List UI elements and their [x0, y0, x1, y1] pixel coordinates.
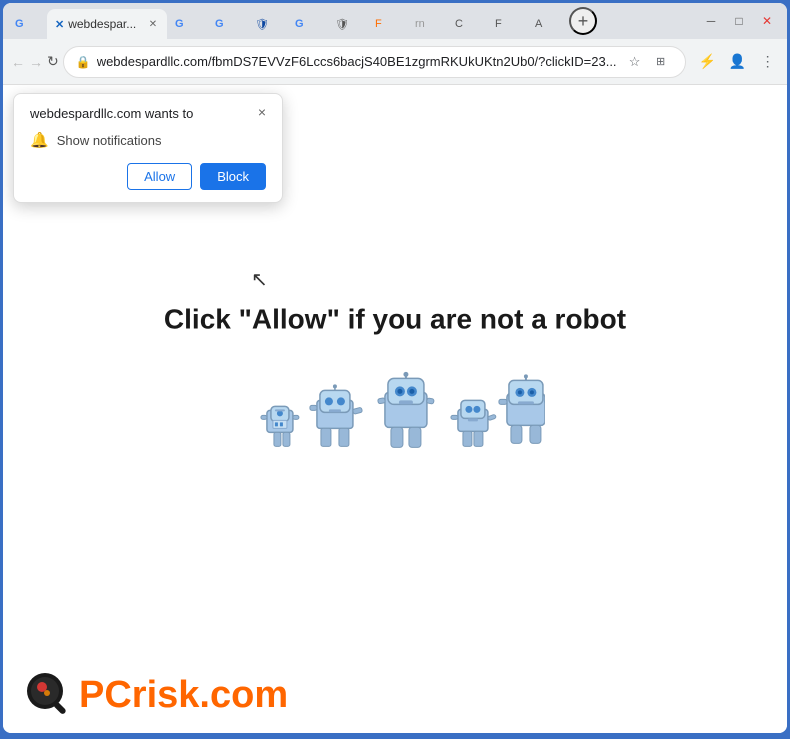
pcrisk-dotcom: .com: [199, 674, 288, 716]
extensions-btn[interactable]: ⚡: [694, 48, 722, 76]
tab-favicon-cc: C: [455, 18, 463, 30]
tab-close-btn[interactable]: ✕: [145, 16, 161, 32]
bookmark-star-icon[interactable]: ☆: [623, 50, 647, 74]
notification-popup: webdespardllc.com wants to × 🔔 Show noti…: [13, 93, 283, 203]
menu-btn[interactable]: ⋮: [754, 48, 782, 76]
tab-rn[interactable]: rn: [407, 9, 447, 39]
tab-f[interactable]: F: [367, 9, 407, 39]
bell-icon: 🔔: [30, 131, 49, 149]
tab-cc[interactable]: C: [447, 9, 487, 39]
tab-favicon-f2: F: [495, 18, 502, 30]
maximize-btn[interactable]: □: [727, 9, 751, 33]
tab-active-favicon: ✕: [55, 18, 64, 31]
address-bar: ← → ↻ 🔒 webdespardllc.com/fbmDS7EVVzF6Lc…: [3, 39, 787, 85]
tab-g3[interactable]: G: [207, 9, 247, 39]
close-btn[interactable]: ✕: [755, 9, 779, 33]
tab-g4[interactable]: G: [287, 9, 327, 39]
profile-icon[interactable]: ⊞: [649, 50, 673, 74]
new-tab-button[interactable]: +: [569, 7, 597, 35]
tab-favicon-rn: rn: [415, 18, 425, 30]
robot-section: Click "Allow" if you are not a robot: [164, 303, 626, 495]
url-bar-icons: ☆ ⊞: [623, 50, 673, 74]
tab-favicon-a: A: [535, 18, 542, 30]
lock-icon: 🔒: [76, 55, 91, 69]
address-bar-right: ⚡ 👤 ⋮: [694, 48, 782, 76]
tab-f2[interactable]: F: [487, 9, 527, 39]
url-bar[interactable]: 🔒 webdespardllc.com/fbmDS7EVVzF6Lccs6bac…: [63, 46, 686, 78]
tab-active[interactable]: ✕ webdespar... ✕: [47, 9, 167, 39]
tab-inactive-1[interactable]: G: [7, 9, 47, 39]
tab-c1[interactable]: 🛡: [247, 9, 287, 39]
tab-bar: G ✕ webdespar... ✕ G G 🛡 G 🛡 F rn C: [3, 3, 787, 39]
tab-a[interactable]: A: [527, 9, 567, 39]
browser-window: G ✕ webdespar... ✕ G G 🛡 G 🛡 F rn C: [3, 3, 787, 733]
minimize-btn[interactable]: ─: [699, 9, 723, 33]
tab-favicon-g4: G: [295, 18, 304, 30]
tab-active-label: webdespar...: [68, 17, 141, 31]
tab-m[interactable]: 🛡: [327, 9, 367, 39]
page-content: webdespardllc.com wants to × 🔔 Show noti…: [3, 85, 787, 733]
pcrisk-pc: PC: [79, 674, 132, 716]
popup-permission-text: Show notifications: [57, 133, 162, 148]
tab-favicon-g2: G: [175, 18, 184, 30]
popup-title: webdespardllc.com wants to: [30, 106, 266, 121]
cursor-arrow: ↖: [251, 267, 268, 292]
tab-bar-right: ─ □ ✕: [699, 9, 783, 33]
popup-actions: Allow Block: [30, 163, 266, 190]
page-heading: Click "Allow" if you are not a robot: [164, 303, 626, 335]
pcrisk-text: PCrisk.com: [79, 674, 288, 717]
forward-button[interactable]: →: [29, 48, 43, 76]
popup-permission: 🔔 Show notifications: [30, 131, 266, 149]
pcrisk-risk: risk: [132, 674, 200, 716]
tab-favicon-f: F: [375, 18, 382, 30]
tab-favicon-c1: 🛡: [255, 18, 269, 31]
block-button[interactable]: Block: [200, 163, 266, 190]
tab-g2[interactable]: G: [167, 9, 207, 39]
back-button[interactable]: ←: [11, 48, 25, 76]
refresh-button[interactable]: ↻: [47, 48, 59, 76]
tab-favicon-m: 🛡: [335, 18, 349, 31]
tab-favicon-g3: G: [215, 18, 224, 30]
allow-button[interactable]: Allow: [127, 163, 192, 190]
pcrisk-magnifier-icon: [23, 669, 75, 721]
pcrisk-logo: PCrisk.com: [23, 669, 288, 721]
robots-illustration: [245, 365, 545, 495]
tab-favicon-1: G: [15, 18, 24, 30]
url-text: webdespardllc.com/fbmDS7EVVzF6Lccs6bacjS…: [97, 54, 617, 69]
profile-btn[interactable]: 👤: [724, 48, 752, 76]
popup-close-btn[interactable]: ×: [252, 102, 272, 122]
